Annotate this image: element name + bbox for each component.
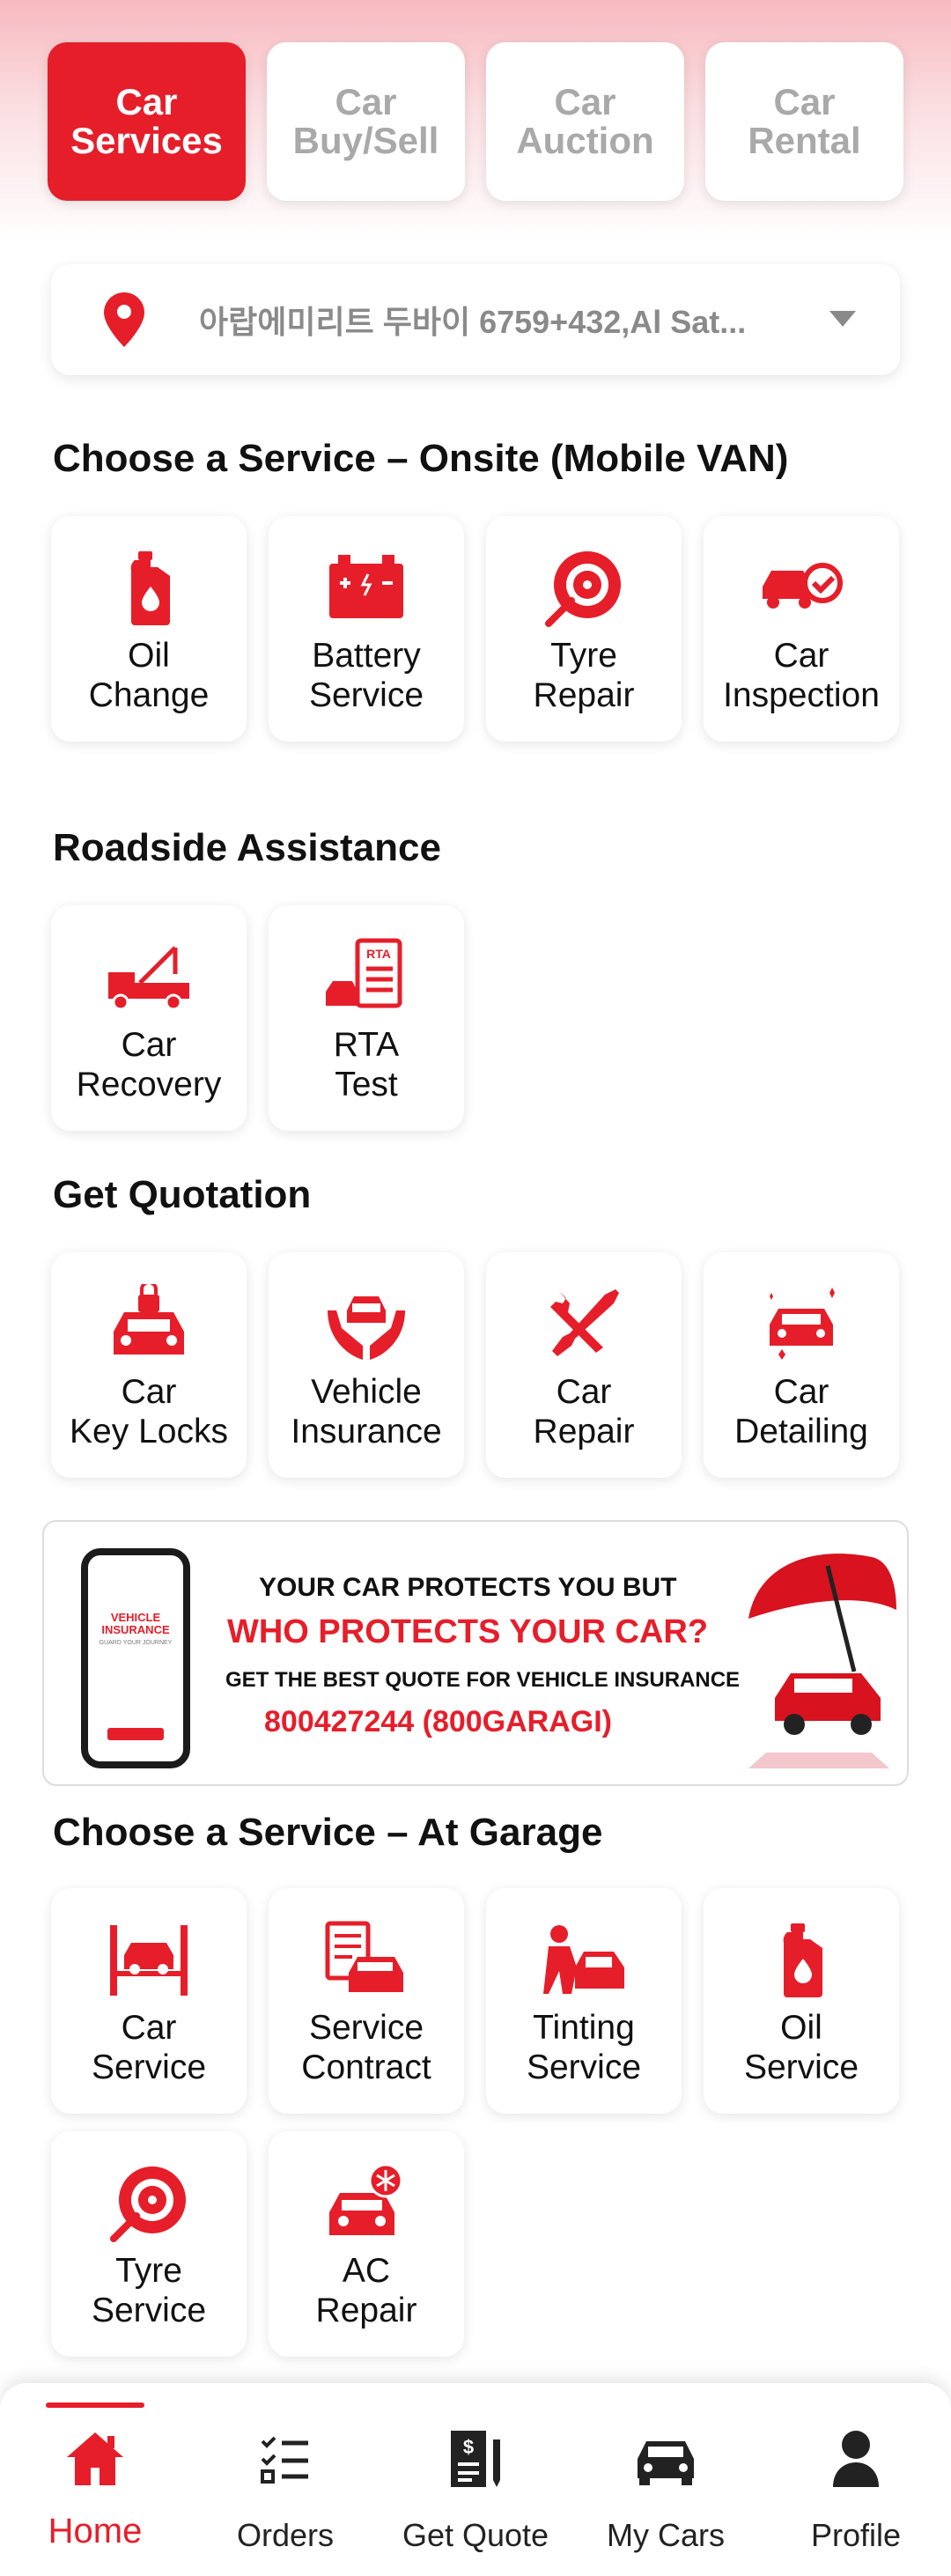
service-label: Car Repair: [533, 1373, 635, 1450]
service-car-repair[interactable]: Car Repair: [486, 1252, 682, 1478]
tyre-icon: [105, 2163, 193, 2242]
service-label: RTA Test: [333, 1026, 400, 1103]
chevron-down-icon: [829, 311, 856, 327]
banner-line3: GET THE BEST QUOTE FOR VEHICLE INSURANCE: [225, 1668, 741, 1692]
service-tyre-repair[interactable]: Tyre Repair: [486, 516, 682, 742]
service-label: Tyre Service: [91, 2252, 207, 2329]
tab-car-rental[interactable]: Car Rental: [705, 42, 903, 201]
banner-line1: YOUR CAR PROTECTS YOU BUT: [259, 1573, 677, 1602]
garage-service-grid: Car Service Service Contract Tinting Ser…: [51, 1888, 900, 2357]
oil-can-icon: [105, 548, 193, 627]
nav-label: Get Quote: [402, 2517, 549, 2553]
nav-get-quote[interactable]: $ Get Quote: [380, 2383, 571, 2576]
wrench-screwdriver-icon: [540, 1284, 628, 1363]
tow-truck-icon: [105, 937, 193, 1016]
service-oil-service[interactable]: Oil Service: [704, 1888, 899, 2114]
service-label: Car Inspection: [723, 637, 880, 714]
car-check-icon: [757, 548, 845, 627]
location-selector[interactable]: 아랍에미리트 두바이 6759+432,Al Sat...: [51, 264, 900, 375]
oil-can-icon: [757, 1920, 845, 1999]
person-icon: [833, 2431, 879, 2487]
service-car-inspection[interactable]: Car Inspection: [704, 516, 899, 742]
service-label: Battery Service: [308, 637, 424, 714]
tab-car-auction[interactable]: Car Auction: [486, 42, 684, 201]
service-label: Tyre Repair: [533, 637, 635, 714]
banner-headline: WHO PROTECTS YOUR CAR?: [227, 1613, 709, 1650]
car-lift-icon: [105, 1920, 193, 1999]
service-label: Car Key Locks: [70, 1373, 228, 1450]
service-car-key-locks[interactable]: Car Key Locks: [51, 1252, 247, 1478]
nav-label: Orders: [236, 2517, 335, 2553]
contract-car-icon: [322, 1920, 410, 1999]
section-title-onsite: Choose a Service – Onsite (Mobile VAN): [53, 437, 789, 480]
service-ac-repair[interactable]: AC Repair: [269, 2131, 464, 2357]
onsite-service-grid: Oil Change Battery Service Tyre Repair C…: [51, 516, 900, 742]
umbrella-car-icon: [748, 1554, 896, 1768]
nav-label: Home: [48, 2512, 143, 2550]
service-label: Car Detailing: [734, 1373, 868, 1450]
phone-button: [107, 1728, 164, 1740]
car-ac-icon: [322, 2163, 410, 2242]
service-label: Car Service: [91, 2009, 207, 2086]
category-tabs: Car Services Car Buy/Sell Car Auction Ca…: [48, 42, 903, 201]
nav-home[interactable]: Home: [0, 2383, 190, 2576]
nav-label: My Cars: [607, 2517, 725, 2553]
car-lock-icon: [105, 1284, 193, 1363]
bottom-navigation: Home Orders $ Get Quote My Cars Profile: [0, 2383, 951, 2576]
nav-orders[interactable]: Orders: [190, 2383, 380, 2576]
nav-label: Profile: [810, 2517, 902, 2553]
tab-car-buy-sell[interactable]: Car Buy/Sell: [267, 42, 465, 201]
service-label: AC Repair: [315, 2252, 417, 2329]
car-icon: [638, 2441, 694, 2485]
service-vehicle-insurance[interactable]: Vehicle Insurance: [269, 1252, 464, 1478]
phone-title: VEHICLE INSURANCE: [101, 1611, 170, 1636]
service-car-recovery[interactable]: Car Recovery: [51, 905, 247, 1131]
tyre-icon: [540, 548, 628, 627]
tab-car-services[interactable]: Car Services: [48, 42, 246, 201]
service-label: Oil Service: [743, 2009, 859, 2086]
quotation-service-grid: Car Key Locks Vehicle Insurance Car Repa…: [51, 1252, 900, 1478]
roadside-service-grid: Car Recovery RTA RTA Test: [51, 905, 900, 1131]
service-car-service[interactable]: Car Service: [51, 1888, 247, 2114]
service-tinting[interactable]: Tinting Service: [486, 1888, 682, 2114]
quote-document-icon: $: [451, 2431, 500, 2487]
section-title-garage: Choose a Service – At Garage: [53, 1811, 603, 1854]
phone-subtitle: GUARD YOUR JOURNEY: [99, 1640, 173, 1646]
service-car-detailing[interactable]: Car Detailing: [704, 1252, 899, 1478]
location-pin-icon: [104, 292, 144, 347]
service-tyre-service[interactable]: Tyre Service: [51, 2131, 247, 2357]
phone-illustration: VEHICLE INSURANCE GUARD YOUR JOURNEY: [81, 1548, 190, 1768]
rta-test-icon: RTA: [322, 937, 410, 1016]
battery-icon: [322, 548, 410, 627]
car-sparkle-icon: [757, 1284, 845, 1363]
nav-my-cars[interactable]: My Cars: [571, 2383, 761, 2576]
svg-text:$: $: [463, 2436, 474, 2458]
service-rta-test[interactable]: RTA RTA Test: [269, 905, 464, 1131]
svg-text:RTA: RTA: [366, 947, 391, 961]
banner-phone-number: 800427244 (800GARAGI): [264, 1705, 613, 1738]
service-label: Oil Change: [88, 637, 210, 714]
car-hands-icon: [322, 1284, 410, 1363]
tinting-icon: [540, 1920, 628, 1999]
service-battery[interactable]: Battery Service: [269, 516, 464, 742]
orders-checklist-icon: [261, 2436, 308, 2484]
insurance-promo-banner[interactable]: VEHICLE INSURANCE GUARD YOUR JOURNEY YOU…: [42, 1520, 909, 1786]
service-contract[interactable]: Service Contract: [269, 1888, 464, 2114]
service-label: Car Recovery: [76, 1026, 222, 1103]
nav-profile[interactable]: Profile: [761, 2383, 951, 2576]
section-title-roadside: Roadside Assistance: [53, 826, 441, 869]
section-title-quotation: Get Quotation: [53, 1173, 312, 1216]
service-label: Service Contract: [301, 2009, 431, 2086]
location-text: 아랍에미리트 두바이 6759+432,Al Sat...: [199, 304, 747, 340]
service-label: Vehicle Insurance: [291, 1373, 442, 1450]
home-icon: [67, 2432, 123, 2485]
service-oil-change[interactable]: Oil Change: [51, 516, 247, 742]
service-label: Tinting Service: [526, 2009, 642, 2086]
